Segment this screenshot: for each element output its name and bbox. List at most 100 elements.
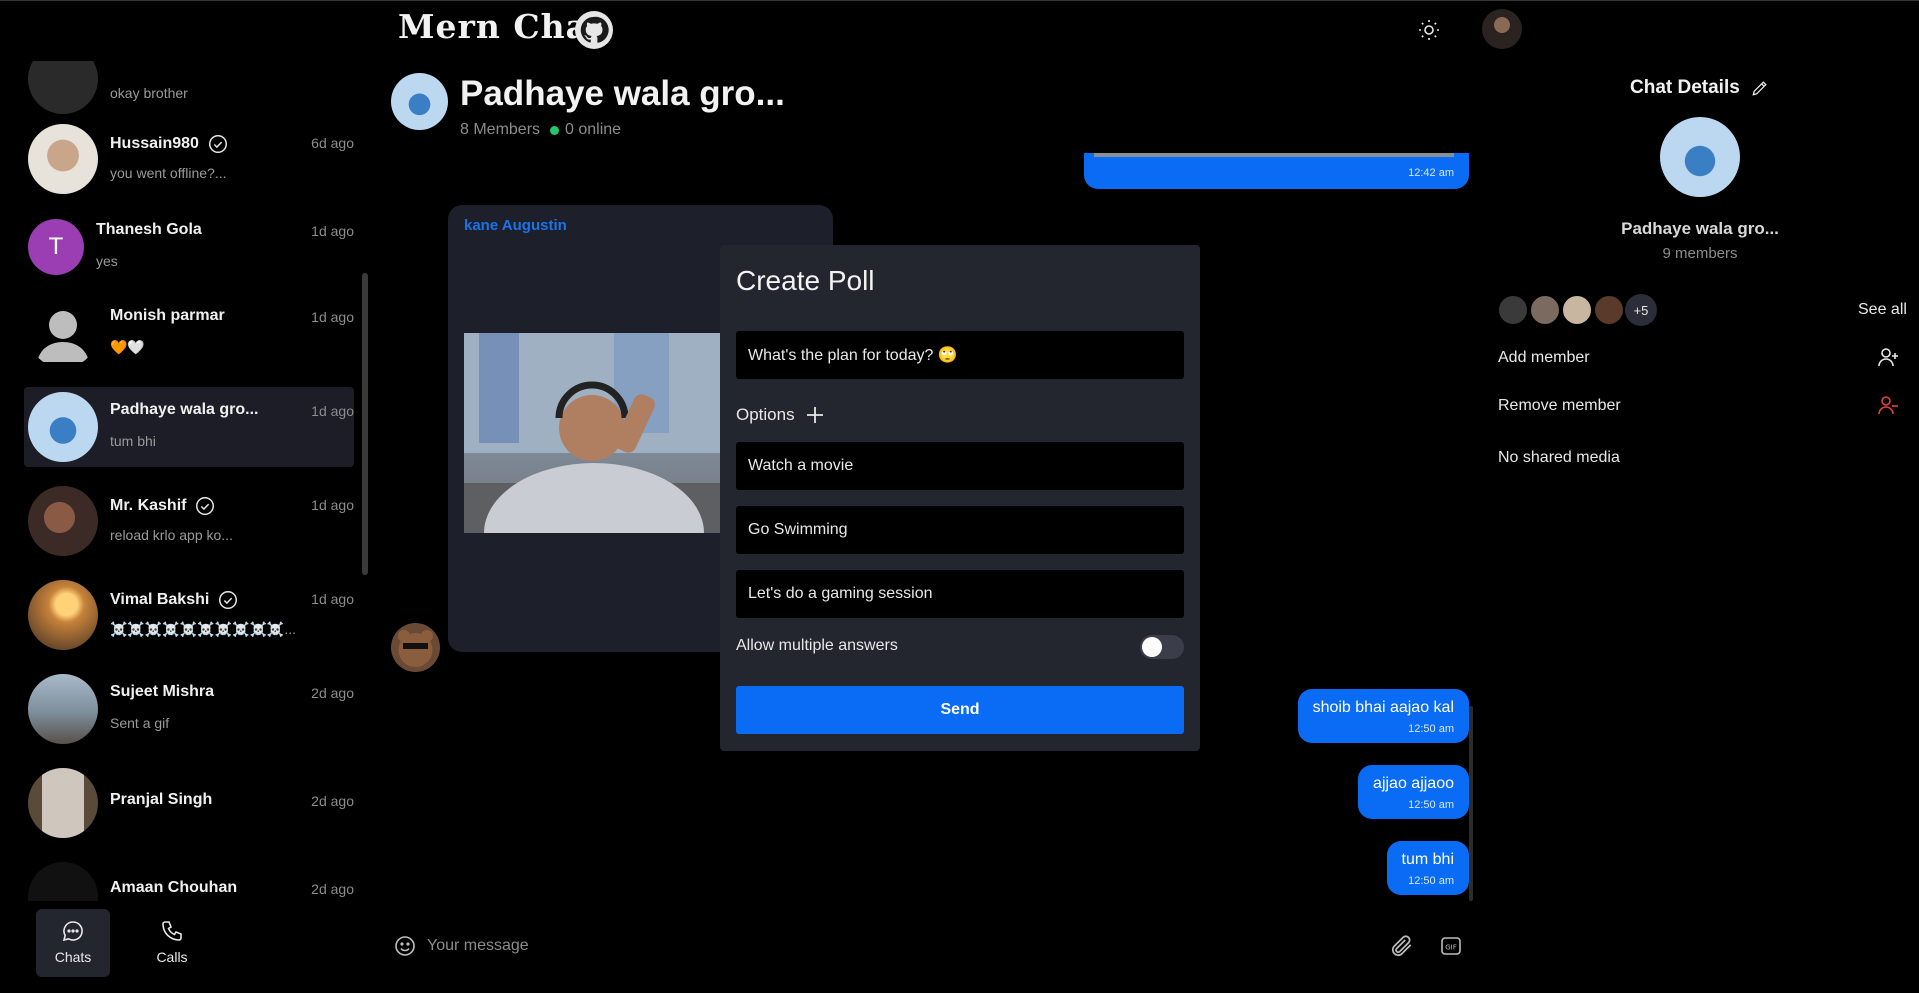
nav-calls-button[interactable]: Calls	[135, 909, 209, 977]
remove-member-button[interactable]: Remove member	[1498, 396, 1900, 415]
avatar	[1529, 294, 1561, 326]
chat-time: 1d ago	[311, 591, 354, 607]
app-title: Mern Chat	[398, 7, 605, 46]
chat-name: Amaan Chouhan	[110, 879, 238, 896]
message-bubble-outgoing[interactable]: shoib bhai aajao kal 12:50 am	[1297, 689, 1469, 743]
nav-chats-button[interactable]: Chats	[36, 909, 110, 977]
online-dot-icon	[550, 125, 560, 135]
more-members-badge: +5	[1625, 294, 1657, 326]
list-item[interactable]: Monish parmar 🧡🤍 1d ago	[24, 293, 354, 373]
avatar: T	[28, 219, 84, 275]
emoji-icon[interactable]	[393, 934, 417, 958]
add-member-label: Add member	[1498, 349, 1590, 366]
avatar	[28, 486, 98, 556]
nav-calls-label: Calls	[156, 949, 188, 965]
send-poll-button[interactable]: Send	[736, 686, 1184, 734]
chat-name: Mr. Kashif	[110, 497, 187, 514]
chat-last-message: 🧡🤍	[110, 339, 145, 355]
chat-last-message: okay brother	[110, 85, 188, 101]
chat-time: 1d ago	[311, 309, 354, 325]
see-all-link[interactable]: See all	[1858, 301, 1907, 319]
chat-time: 2d ago	[311, 793, 354, 809]
options-label: Options	[736, 405, 825, 425]
list-item[interactable]: Pranjal Singh 2d ago	[24, 763, 354, 843]
poll-question-text: What's the plan for today? 🙄	[748, 347, 958, 364]
chat-time: 1d ago	[311, 223, 354, 239]
gif-icon[interactable]: GIF	[1439, 934, 1463, 958]
poll-option-text: Go Swimming	[748, 521, 848, 538]
dialog-title: Create Poll	[736, 265, 875, 296]
list-item[interactable]: T Thanesh Gola yes 1d ago	[24, 207, 354, 287]
verified-icon	[196, 497, 215, 515]
list-item[interactable]: Sujeet Mishra Sent a gif 2d ago	[24, 669, 354, 749]
list-item[interactable]: Padhaye wala gro... tum bhi 1d ago	[24, 387, 354, 467]
message-input[interactable]: Your message	[427, 937, 529, 955]
group-avatar[interactable]	[391, 73, 448, 130]
chat-status: 8 Members 0 online	[460, 121, 621, 139]
group-avatar-large	[1660, 117, 1740, 197]
avatar-initial: T	[48, 233, 64, 260]
chat-last-message: Sent a gif	[110, 715, 170, 731]
sun-icon[interactable]	[1417, 18, 1441, 42]
avatar	[28, 580, 98, 650]
options-label-text: Options	[736, 405, 795, 424]
list-item[interactable]: Vimal Bakshi ☠️☠️☠️☠️☠️☠️☠️☠️☠️☠️... 1d …	[24, 575, 354, 655]
list-item[interactable]: okay brother	[24, 61, 354, 119]
chat-time: 2d ago	[311, 685, 354, 701]
chat-name: Thanesh Gola	[96, 221, 202, 238]
chat-list: okay brother Hussain980 you went offline…	[0, 61, 360, 901]
edit-pencil-icon[interactable]	[1750, 78, 1770, 98]
verified-icon	[219, 591, 238, 609]
message-text: shoib bhai aajao kal	[1312, 699, 1454, 716]
avatar	[28, 298, 98, 368]
online-count: 0 online	[565, 121, 622, 138]
poll-option-input[interactable]: Watch a movie	[736, 442, 1184, 490]
messages-scrollbar[interactable]	[1469, 706, 1473, 901]
poll-option-input[interactable]: Go Swimming	[736, 506, 1184, 554]
message-bubble-outgoing[interactable]: ajjao ajjaoo 12:50 am	[1358, 765, 1469, 819]
sender-avatar[interactable]	[391, 623, 440, 672]
svg-text:GIF: GIF	[1445, 944, 1457, 952]
remove-user-icon	[1878, 396, 1898, 415]
list-item[interactable]: Mr. Kashif reload krlo app ko... 1d ago	[24, 481, 354, 561]
avatar	[1497, 294, 1529, 326]
chat-bubble-icon	[62, 921, 83, 942]
details-title: Chat Details	[1630, 77, 1770, 99]
avatar	[28, 392, 98, 462]
add-member-button[interactable]: Add member	[1498, 348, 1900, 367]
chat-last-message: tum bhi	[110, 433, 156, 449]
sidebar-scrollbar[interactable]	[362, 273, 368, 575]
chat-last-message: you went offline?...	[110, 165, 227, 181]
message-bubble-outgoing[interactable]: 12:42 am	[1084, 153, 1469, 189]
github-icon[interactable]	[575, 11, 613, 49]
chat-time: 1d ago	[311, 403, 354, 419]
phone-icon	[162, 921, 182, 941]
chat-last-message: ☠️☠️☠️☠️☠️☠️☠️☠️☠️☠️...	[110, 621, 296, 637]
list-item[interactable]: Amaan Chouhan 2d ago	[24, 857, 354, 901]
gif-image[interactable]	[464, 333, 724, 533]
chat-name: Vimal Bakshi	[110, 591, 210, 608]
plus-icon[interactable]	[805, 405, 825, 425]
multiple-answers-toggle[interactable]	[1140, 635, 1184, 659]
verified-icon	[208, 135, 227, 153]
member-count: 8 Members	[460, 121, 541, 138]
remove-member-label: Remove member	[1498, 397, 1621, 414]
message-bubble-outgoing[interactable]: tum bhi 12:50 am	[1386, 841, 1469, 895]
add-user-icon	[1878, 348, 1898, 367]
message-text: ajjao ajjaoo	[1373, 775, 1454, 792]
details-group-name: Padhaye wala gro...	[1621, 219, 1779, 238]
message-time: 12:42 am	[1408, 167, 1454, 179]
chat-last-message: reload krlo app ko...	[110, 527, 233, 543]
toggle-knob	[1142, 637, 1162, 657]
list-item[interactable]: Hussain980 you went offline?... 6d ago	[24, 119, 354, 199]
chat-title[interactable]: Padhaye wala gro...	[460, 74, 785, 114]
attachment-icon[interactable]	[1389, 933, 1415, 959]
message-sender: kane Augustin	[464, 217, 567, 234]
chat-name: Hussain980	[110, 135, 199, 152]
poll-question-input[interactable]: What's the plan for today? 🙄	[736, 331, 1184, 379]
poll-option-input[interactable]: Let's do a gaming session	[736, 570, 1184, 618]
message-composer: Your message GIF	[391, 931, 1471, 961]
avatar[interactable]	[1482, 9, 1522, 49]
message-time: 12:50 am	[1408, 799, 1454, 811]
poll-option-text: Let's do a gaming session	[748, 585, 933, 602]
